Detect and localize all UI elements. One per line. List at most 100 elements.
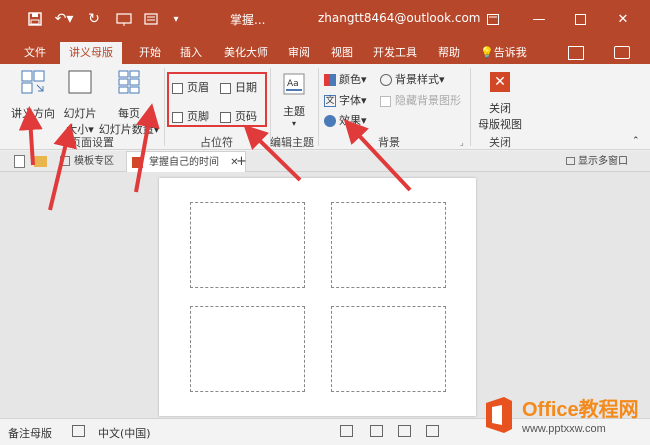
- theme-icon: Aa: [283, 73, 305, 95]
- slide-placeholder[interactable]: [190, 202, 305, 288]
- show-multi-window-label: 显示多窗口: [578, 156, 628, 167]
- account-email[interactable]: zhangtt8464@outlook.com: [318, 11, 481, 25]
- tab-developer[interactable]: 开发工具: [369, 42, 421, 64]
- colors-label: 颜色: [339, 73, 361, 86]
- slides-per-page-icon: [118, 70, 140, 94]
- multi-window-icon: [566, 157, 575, 165]
- save-icon[interactable]: [24, 8, 46, 30]
- new-document-icon[interactable]: [14, 155, 25, 168]
- slide-placeholder[interactable]: [331, 306, 446, 392]
- fonts-dropdown[interactable]: 文字体▾: [324, 92, 367, 108]
- language-label[interactable]: 中文(中国): [98, 425, 151, 441]
- document-title: 掌握...: [230, 13, 266, 27]
- slide-sorter-icon[interactable]: [370, 425, 383, 437]
- svg-text:Aa: Aa: [287, 79, 299, 89]
- open-folder-icon[interactable]: [34, 156, 47, 167]
- watermark-logo: Office教程网 www.pptxxw.com: [478, 391, 648, 443]
- watermark-url: www.pptxxw.com: [522, 423, 606, 435]
- master-view-label: 母版视图: [478, 118, 522, 131]
- undo-icon[interactable]: ↶▾: [52, 8, 76, 30]
- normal-view-icon[interactable]: [340, 425, 353, 437]
- highlight-box: [167, 72, 267, 127]
- handout-page[interactable]: [159, 178, 476, 416]
- dialog-launcher-icon[interactable]: ⌟: [460, 138, 464, 147]
- fonts-label: 字体: [339, 94, 361, 107]
- tab-help[interactable]: 帮助: [434, 42, 464, 64]
- ribbon-tabs: 文件 讲义母版 开始 插入 美化大师 审阅 视图 开发工具 帮助 💡告诉我: [0, 38, 650, 64]
- document-tab-strip: 模板专区 掌握自己的时间 ✕ + 显示多窗口: [0, 151, 650, 172]
- handout-orientation-button[interactable]: 讲义方向 ▾: [8, 68, 58, 130]
- group-placeholders-label: 占位符: [200, 136, 233, 149]
- group-separator: [318, 68, 319, 146]
- template-icon: [60, 156, 70, 166]
- maximize-icon[interactable]: [569, 9, 591, 29]
- reading-view-icon[interactable]: [398, 425, 411, 437]
- slide-size-icon: [68, 70, 92, 94]
- colors-icon: [324, 74, 336, 86]
- collapse-ribbon-icon[interactable]: ⌃: [632, 136, 640, 146]
- slides-per-page-label: 每页: [118, 107, 140, 120]
- background-styles-dropdown[interactable]: 背景样式▾: [380, 71, 445, 87]
- slideshow-view-icon[interactable]: [426, 425, 439, 437]
- close-label: 关闭: [489, 102, 511, 115]
- redo-icon[interactable]: ↻: [84, 8, 104, 30]
- share-icon[interactable]: [568, 46, 584, 60]
- watermark-title: Office教程网: [522, 399, 639, 421]
- accessibility-icon[interactable]: [72, 425, 85, 437]
- layout-icon[interactable]: [141, 8, 161, 30]
- ppt-file-icon: [132, 157, 143, 168]
- fonts-icon: 文: [324, 95, 336, 107]
- background-styles-label: 背景样式: [395, 73, 439, 86]
- slides-per-page-button[interactable]: 每页 幻灯片数量▾: [96, 68, 162, 137]
- group-separator: [164, 68, 165, 146]
- slide-placeholder[interactable]: [190, 306, 305, 392]
- group-edit-theme-label: 编辑主题: [270, 136, 314, 149]
- slide-placeholder[interactable]: [331, 202, 446, 288]
- current-document-label: 掌握自己的时间: [149, 157, 219, 168]
- colors-dropdown[interactable]: 颜色▾: [324, 71, 367, 87]
- theme-button[interactable]: Aa 主题 ▾: [274, 72, 314, 128]
- hide-background-label: 隐藏背景图形: [395, 94, 461, 107]
- new-tab-icon[interactable]: +: [236, 151, 247, 172]
- effects-dropdown[interactable]: 效果▾: [324, 112, 367, 128]
- dropdown-arrow-icon: ▾: [30, 121, 35, 130]
- close-icon: ✕: [490, 72, 510, 92]
- tab-home[interactable]: 开始: [135, 42, 165, 64]
- tab-handout-master[interactable]: 讲义母版: [60, 42, 122, 64]
- tab-current-document[interactable]: 掌握自己的时间 ✕: [126, 151, 246, 172]
- group-background-label: 背景: [378, 136, 400, 149]
- checkbox-icon: [380, 95, 391, 107]
- tab-review[interactable]: 审阅: [284, 42, 314, 64]
- handout-orientation-label: 讲义方向: [11, 107, 55, 120]
- slideshow-icon[interactable]: [113, 8, 135, 30]
- group-separator: [470, 68, 471, 146]
- close-master-view-button[interactable]: ✕ 关闭 母版视图: [474, 72, 526, 132]
- background-styles-icon: [380, 74, 392, 86]
- view-mode-label: 备注母版: [8, 427, 52, 440]
- hide-background-checkbox[interactable]: 隐藏背景图形: [380, 92, 461, 108]
- effects-label: 效果: [339, 114, 361, 127]
- ribbon-display-icon[interactable]: [482, 9, 504, 29]
- editing-area: [0, 172, 650, 418]
- tab-view[interactable]: 视图: [327, 42, 357, 64]
- template-zone-label: 模板专区: [74, 156, 114, 167]
- minimize-icon[interactable]: —: [528, 9, 550, 29]
- lightbulb-icon: 💡: [480, 46, 494, 59]
- comments-icon[interactable]: [614, 46, 630, 59]
- dropdown-arrow-icon: ▾: [291, 119, 296, 128]
- customize-qat-icon[interactable]: ▾: [168, 8, 184, 30]
- group-page-setup-label: 页面设置: [70, 136, 114, 149]
- office-logo-icon: [486, 397, 512, 433]
- tell-me-search[interactable]: 💡告诉我: [480, 42, 527, 64]
- show-multi-window-button[interactable]: 显示多窗口: [566, 151, 628, 172]
- tab-insert[interactable]: 插入: [176, 42, 206, 64]
- effects-icon: [324, 115, 336, 127]
- close-window-icon[interactable]: ✕: [612, 9, 634, 29]
- tab-beautify-master[interactable]: 美化大师: [220, 42, 272, 64]
- tab-file[interactable]: 文件: [20, 42, 50, 64]
- ribbon: 讲义方向 ▾ 幻灯片 大小▾ 每页 幻灯片数量▾ 页面设置 页眉 日期 页脚 页…: [0, 64, 650, 150]
- tab-template-zone[interactable]: 模板专区: [60, 151, 114, 172]
- theme-label: 主题: [283, 105, 305, 118]
- handout-orientation-icon: [21, 70, 45, 94]
- group-close-label: 关闭: [489, 136, 511, 149]
